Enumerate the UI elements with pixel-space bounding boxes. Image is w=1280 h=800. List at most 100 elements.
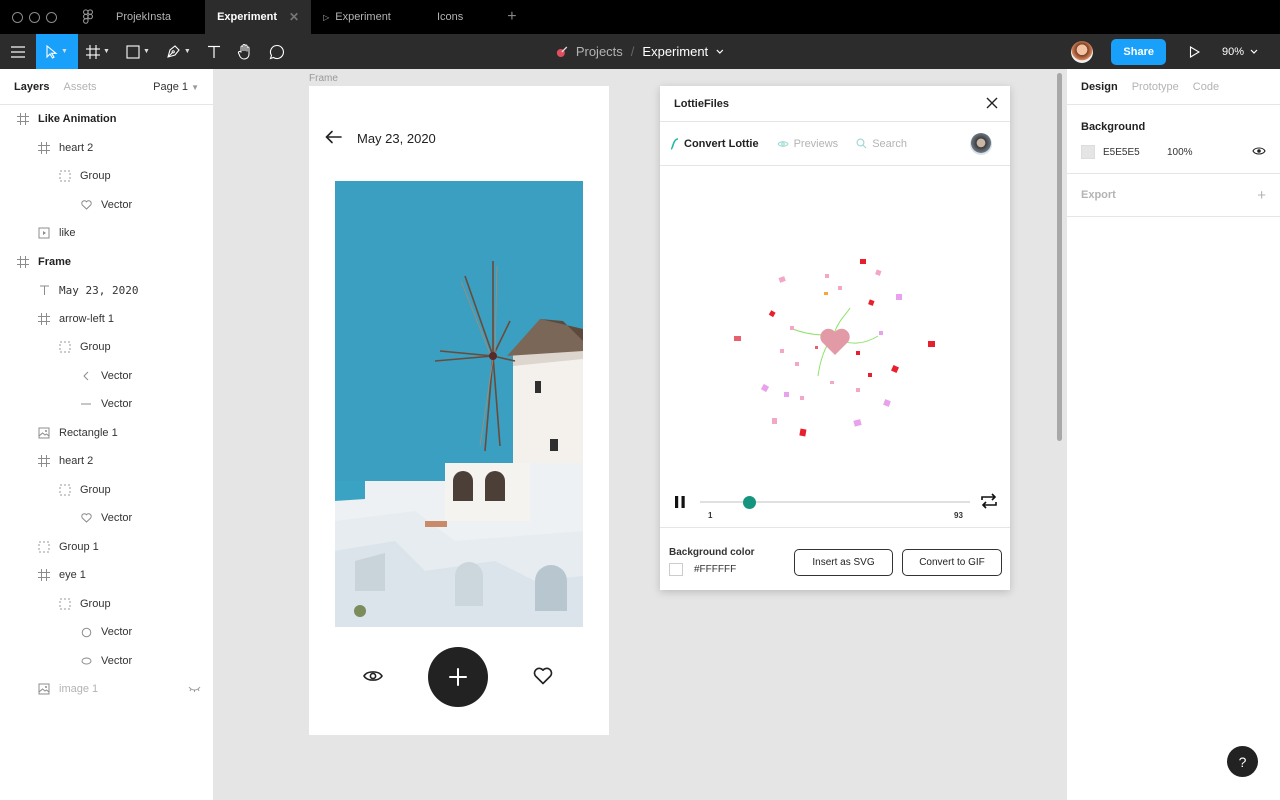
layer-row[interactable]: Vector — [0, 390, 213, 419]
pause-icon[interactable] — [674, 495, 686, 509]
tab-search[interactable]: Search — [856, 138, 907, 150]
layer-row[interactable]: Vector — [0, 504, 213, 533]
layer-row[interactable]: Group — [0, 333, 213, 362]
close-window-button[interactable] — [12, 11, 23, 23]
layer-label: Group 1 — [59, 540, 99, 553]
background-color-swatch[interactable] — [669, 563, 683, 576]
add-button[interactable] — [428, 647, 488, 707]
layer-label: Frame — [38, 255, 72, 268]
frame-icon — [16, 112, 30, 126]
add-tab-button[interactable]: + — [497, 8, 526, 26]
heart-icon[interactable] — [533, 667, 553, 685]
like-animation — [734, 259, 935, 437]
pen-tool-button[interactable]: ▼ — [158, 34, 199, 69]
tab-previews[interactable]: Previews — [776, 138, 838, 150]
tab-design[interactable]: Design — [1081, 81, 1118, 93]
share-button[interactable]: Share — [1111, 38, 1166, 65]
frame-date: May 23, 2020 — [357, 131, 436, 146]
background-swatch[interactable] — [1081, 145, 1095, 159]
mobile-frame[interactable]: May 23, 2020 — [309, 86, 609, 735]
present-button[interactable] — [1180, 45, 1208, 58]
santorini-photo[interactable] — [335, 181, 583, 627]
canvas-scrollbar[interactable] — [1057, 73, 1062, 441]
chevron-down-icon: ▼ — [142, 48, 150, 55]
layer-list: Like Animation heart 2 Group Vector like Fram… — [0, 105, 213, 704]
window-controls — [0, 11, 72, 23]
component-icon — [37, 226, 51, 240]
layer-row[interactable]: like — [0, 219, 213, 248]
tab-experiment-prototype[interactable]: ▷ Experiment ✕ — [311, 0, 425, 34]
close-tab-icon[interactable]: ✕ — [289, 10, 299, 24]
layers-panel: Layers Assets Page 1 ▼ Like Animation hea… — [0, 69, 214, 800]
comment-tool-button[interactable] — [261, 34, 293, 69]
text-tool-button[interactable] — [199, 34, 229, 69]
canvas[interactable]: Frame May 23, 2020 LottieFiles Convert L… — [214, 69, 1066, 800]
layer-row[interactable]: image 1 — [0, 675, 213, 704]
tab-layers[interactable]: Layers — [14, 81, 49, 93]
layer-row[interactable]: Vector — [0, 647, 213, 676]
layer-row[interactable]: Rectangle 1 — [0, 419, 213, 448]
hand-tool-button[interactable] — [229, 34, 261, 69]
shape-tool-button[interactable]: ▼ — [118, 34, 158, 69]
layer-row[interactable]: heart 2 — [0, 447, 213, 476]
layer-row[interactable]: Frame — [0, 248, 213, 277]
layer-row[interactable]: Group — [0, 476, 213, 505]
layer-row[interactable]: Group — [0, 162, 213, 191]
layer-label: Group — [80, 597, 111, 610]
breadcrumb-project[interactable]: Projects — [576, 44, 623, 59]
main-menu-button[interactable] — [0, 34, 36, 69]
convert-to-gif-button[interactable]: Convert to GIF — [902, 549, 1002, 576]
arrow-left-icon[interactable] — [325, 130, 343, 144]
zoom-dropdown[interactable]: 90% — [1222, 46, 1280, 58]
layer-row[interactable]: Like Animation — [0, 105, 213, 134]
player-controls: 1 93 — [660, 486, 1010, 528]
background-color-value[interactable]: #FFFFFF — [694, 564, 736, 575]
maximize-window-button[interactable] — [46, 11, 57, 23]
tab-code[interactable]: Code — [1193, 81, 1219, 93]
close-icon[interactable] — [986, 97, 998, 109]
timeline-knob[interactable] — [742, 496, 756, 509]
layer-label: Vector — [101, 398, 133, 411]
help-button[interactable]: ? — [1227, 746, 1258, 777]
layer-row[interactable]: Group 1 — [0, 533, 213, 562]
tab-convert-lottie[interactable]: Convert Lottie — [670, 138, 759, 150]
layer-row[interactable]: arrow-left 1 — [0, 305, 213, 334]
move-tool-button[interactable]: ▼ — [36, 34, 78, 69]
tab-prototype[interactable]: Prototype — [1132, 81, 1179, 93]
layer-row[interactable]: heart 2 — [0, 134, 213, 163]
add-export-button[interactable]: + — [1257, 187, 1266, 204]
avatar[interactable] — [1071, 40, 1094, 63]
frame-tool-button[interactable]: ▼ — [78, 34, 118, 69]
eye-closed-icon[interactable] — [188, 683, 201, 695]
breadcrumb-file[interactable]: Experiment — [642, 44, 708, 59]
image-icon — [37, 682, 51, 696]
tab-label: Experiment — [335, 11, 391, 23]
tab-projekinsta[interactable]: ProjekInsta ✕ — [104, 0, 205, 34]
background-hex[interactable]: E5E5E5 — [1103, 147, 1159, 158]
layer-label: Group — [80, 341, 111, 354]
page-selector[interactable]: Page 1 ▼ — [153, 81, 199, 93]
eye-icon[interactable] — [1252, 146, 1266, 156]
loop-icon[interactable] — [980, 493, 998, 509]
insert-as-svg-button[interactable]: Insert as SVG — [794, 549, 893, 576]
layer-label: arrow-left 1 — [59, 312, 115, 325]
figma-logo-icon[interactable] — [72, 0, 104, 34]
layer-row[interactable]: Vector — [0, 191, 213, 220]
background-opacity[interactable]: 100% — [1167, 147, 1193, 158]
avatar[interactable] — [970, 133, 992, 155]
tab-assets[interactable]: Assets — [63, 81, 96, 93]
tab-experiment[interactable]: Experiment ✕ — [205, 0, 312, 34]
layer-row[interactable]: May 23, 2020 — [0, 276, 213, 305]
layer-label: May 23, 2020 — [59, 283, 139, 297]
timeline-slider[interactable] — [700, 501, 970, 503]
frame-label[interactable]: Frame — [309, 73, 338, 84]
layer-row[interactable]: eye 1 — [0, 561, 213, 590]
comment-icon — [269, 44, 284, 59]
layer-row[interactable]: Vector — [0, 618, 213, 647]
layer-row[interactable]: Vector — [0, 362, 213, 391]
background-title: Background — [1081, 121, 1146, 133]
tab-icons[interactable]: Icons ✕ — [425, 0, 497, 34]
eye-icon[interactable] — [363, 669, 383, 683]
layer-row[interactable]: Group — [0, 590, 213, 619]
minimize-window-button[interactable] — [29, 11, 40, 23]
